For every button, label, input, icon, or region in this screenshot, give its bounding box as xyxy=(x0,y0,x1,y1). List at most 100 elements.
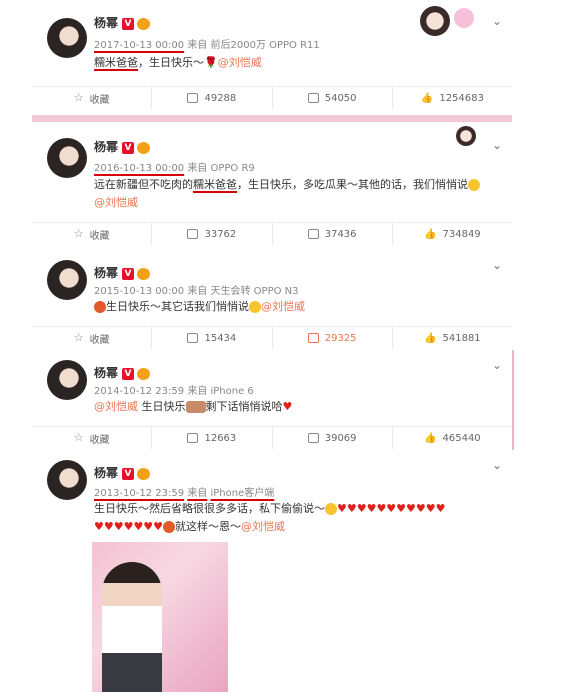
favorite-button[interactable]: ☆ 收藏 xyxy=(32,87,153,109)
favorite-button[interactable]: ☆ 收藏 xyxy=(32,427,153,449)
repost-icon xyxy=(187,93,199,103)
post-time[interactable]: 2014-10-12 23:59 xyxy=(94,386,184,397)
post-content: 生日快乐～其它话我们悄悄说 @刘恺威 xyxy=(94,298,504,316)
verified-badge-icon: V xyxy=(122,367,135,380)
comment-button[interactable]: 54050 xyxy=(273,87,393,109)
thumbs-up-icon: 👍 xyxy=(424,332,437,344)
comment-icon xyxy=(307,433,319,443)
star-icon: ☆ xyxy=(73,91,84,104)
like-button[interactable]: 👍 1254683 xyxy=(393,87,512,109)
star-icon: ☆ xyxy=(73,331,84,344)
thumbs-up-icon: 👍 xyxy=(420,92,434,104)
star-icon: ☆ xyxy=(73,227,84,240)
post-photo[interactable] xyxy=(92,542,228,692)
chevron-down-icon[interactable]: ⌄ xyxy=(492,14,502,28)
post-content: 糯米爸爸，生日快乐～🌹@刘恺威 xyxy=(94,56,262,69)
member-badge-icon xyxy=(137,141,151,154)
smile-emoji-icon xyxy=(468,179,480,191)
user-name[interactable]: 杨幂 V xyxy=(94,264,151,281)
grin-emoji-icon xyxy=(94,301,106,313)
mention-link[interactable]: @刘恺威 xyxy=(94,400,138,413)
verified-badge-icon: V xyxy=(122,141,135,154)
chevron-down-icon[interactable]: ⌄ xyxy=(492,458,502,472)
thumbs-up-icon: 👍 xyxy=(424,228,437,240)
repost-icon xyxy=(187,433,199,443)
repost-button[interactable]: 12663 xyxy=(152,427,273,449)
user-name[interactable]: 杨幂 V xyxy=(94,138,151,155)
post-time[interactable]: 2016-10-13 00:00 xyxy=(94,163,184,174)
star-icon: ☆ xyxy=(73,431,84,444)
smile-emoji-icon xyxy=(249,301,261,313)
comment-icon xyxy=(307,229,319,239)
rose-icon: 🌹 xyxy=(204,56,218,69)
weibo-post-2016: 杨幂 V 2016-10-13 00:00 来自 OPPO R9 远在新疆但不吃肉… xyxy=(32,124,512,245)
mention-link[interactable]: @刘恺威 xyxy=(218,56,262,69)
decoration-sticker-icon xyxy=(420,6,450,36)
weibo-post-2015: 杨幂 V 2015-10-13 00:00 来自 天生会转 OPPO N3 生日快… xyxy=(32,248,512,349)
post-meta: 2017-10-13 00:00 来自 前后2000万 OPPO R11 xyxy=(94,40,320,51)
mention-link[interactable]: @刘恺威 xyxy=(94,196,138,209)
hearts-icon: ♥♥♥♥♥♥♥ xyxy=(94,520,164,533)
weibo-post-2014: 杨幂 V 2014-10-12 23:59 来自 iPhone 6 @刘恺威 生日… xyxy=(32,350,514,450)
post-meta: 2015-10-13 00:00 来自 天生会转 OPPO N3 xyxy=(94,286,299,297)
repost-button[interactable]: 15434 xyxy=(152,327,273,349)
action-bar: ☆ 收藏 49288 54050 👍 1254683 xyxy=(32,86,512,109)
member-badge-icon xyxy=(137,467,151,480)
post-content: @刘恺威 生日快乐 剩下话悄悄说哈♥ xyxy=(94,400,293,413)
hearts-icon: ♥♥♥♥♥♥♥♥♥♥♥ xyxy=(337,502,446,515)
kiss-emoji-icon xyxy=(185,401,206,413)
post-content: 生日快乐～然后省略很很多多话，私下偷偷说～ ♥♥♥♥♥♥♥♥♥♥♥ ♥♥♥♥♥♥♥… xyxy=(94,502,446,533)
chevron-down-icon[interactable]: ⌄ xyxy=(492,258,502,272)
avatar[interactable] xyxy=(47,460,87,500)
avatar[interactable] xyxy=(47,138,87,178)
photo-person-left xyxy=(102,562,162,692)
post-divider xyxy=(32,115,512,122)
repost-button[interactable]: 49288 xyxy=(152,87,273,109)
action-bar: ☆ 收藏 33762 37436 👍 734849 xyxy=(32,222,512,245)
grin-emoji-icon xyxy=(163,521,176,533)
post-time[interactable]: 2013-10-12 23:59 xyxy=(94,488,184,499)
post-time[interactable]: 2017-10-13 00:00 xyxy=(94,40,184,51)
action-bar: ☆ 收藏 15434 29325 👍 541881 xyxy=(32,326,512,349)
comment-button[interactable]: 29325 xyxy=(273,327,393,349)
member-badge-icon xyxy=(137,267,151,280)
thumbs-up-icon: 👍 xyxy=(424,432,437,444)
comment-icon xyxy=(307,333,319,343)
post-meta: 2016-10-13 00:00 来自 OPPO R9 xyxy=(94,163,255,174)
verified-badge-icon: V xyxy=(122,467,135,480)
user-name[interactable]: 杨幂 V xyxy=(94,364,151,381)
photo-person-right xyxy=(158,572,218,692)
chevron-down-icon[interactable]: ⌄ xyxy=(492,358,502,372)
favorite-button[interactable]: ☆ 收藏 xyxy=(32,327,153,349)
member-badge-icon xyxy=(137,17,151,30)
shy-emoji-icon xyxy=(325,503,337,515)
like-button[interactable]: 👍 541881 xyxy=(393,327,512,349)
post-meta: 2014-10-12 23:59 来自 iPhone 6 xyxy=(94,386,254,397)
weibo-post-2017: 杨幂 V 2017-10-13 00:00 来自 前后2000万 OPPO R11… xyxy=(32,0,512,112)
post-meta: 2013-10-12 23:59 来自 iPhone客户端 xyxy=(94,488,275,499)
mention-link[interactable]: @刘恺威 xyxy=(241,520,285,533)
like-button[interactable]: 👍 734849 xyxy=(393,223,512,245)
chevron-down-icon[interactable]: ⌄ xyxy=(492,138,502,152)
post-content: 远在新疆但不吃肉的糯米爸爸，生日快乐，多吃瓜果～其他的话，我们悄悄说 @刘恺威 xyxy=(94,176,504,212)
like-button[interactable]: 👍 465440 xyxy=(393,427,512,449)
comment-button[interactable]: 37436 xyxy=(273,223,393,245)
post-time[interactable]: 2015-10-13 00:00 xyxy=(94,286,184,297)
avatar[interactable] xyxy=(47,18,87,58)
comment-button[interactable]: 39069 xyxy=(273,427,393,449)
decoration-sticker-icon xyxy=(456,126,476,146)
favorite-button[interactable]: ☆ 收藏 xyxy=(32,223,153,245)
avatar[interactable] xyxy=(47,260,87,300)
verified-badge-icon: V xyxy=(122,267,135,280)
repost-icon xyxy=(187,333,199,343)
user-name[interactable]: 杨幂 V xyxy=(94,14,151,31)
avatar[interactable] xyxy=(47,360,87,400)
decoration-sticker-icon xyxy=(454,8,474,28)
repost-button[interactable]: 33762 xyxy=(152,223,273,245)
mention-link[interactable]: @刘恺威 xyxy=(261,300,305,313)
comment-icon xyxy=(307,93,319,103)
user-name[interactable]: 杨幂 V xyxy=(94,464,151,481)
member-badge-icon xyxy=(137,367,151,380)
repost-icon xyxy=(187,229,199,239)
action-bar: ☆ 收藏 12663 39069 👍 465440 xyxy=(32,426,512,449)
